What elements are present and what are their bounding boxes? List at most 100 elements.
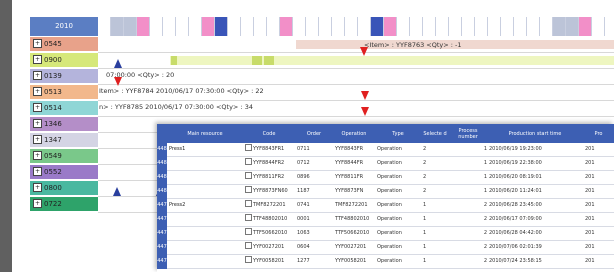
resource-code: 1346	[44, 120, 62, 128]
expand-icon[interactable]: +	[33, 150, 42, 160]
table-row[interactable]: 447 YYF0027201 0604 YYF0027201 Operation 1 2 20…	[157, 241, 614, 255]
column-header[interactable]: Code	[243, 124, 295, 143]
expand-icon[interactable]: +	[33, 198, 42, 208]
table-row[interactable]: 447 Press2 TMF8272201 0741 TMF8272201 Operati…	[157, 199, 614, 213]
date-cell[interactable]	[254, 17, 267, 36]
column-header[interactable]: Main resource	[167, 124, 243, 143]
row-divider	[98, 84, 614, 85]
table-row[interactable]: 448 YYF8844FR2 0712 YYF8844FR Operation 2 1 201…	[157, 157, 614, 171]
date-cell[interactable]	[579, 17, 592, 36]
column-header[interactable]: Operation	[333, 124, 375, 143]
date-cell[interactable]	[332, 17, 345, 36]
date-cell[interactable]	[410, 17, 423, 36]
expand-icon[interactable]: +	[33, 118, 42, 128]
date-cell[interactable]	[228, 17, 241, 36]
date-cell[interactable]	[449, 17, 462, 36]
date-cell[interactable]	[514, 17, 527, 36]
date-cell[interactable]	[280, 17, 293, 36]
resource-row-label[interactable]: +0800	[30, 181, 98, 196]
table-row[interactable]: 448 YYF8811FR2 0896 YYF8811FR Operation 2 1 201…	[157, 171, 614, 185]
cell-operation: YYF0027201	[335, 244, 367, 250]
date-cell[interactable]	[189, 17, 202, 36]
resource-row-label[interactable]: +0549	[30, 149, 98, 164]
date-cell[interactable]	[397, 17, 410, 36]
expand-icon[interactable]: +	[33, 182, 42, 192]
column-header[interactable]: Production start time	[487, 124, 583, 143]
date-cell[interactable]	[111, 17, 124, 36]
schedule-bar[interactable]	[264, 56, 274, 65]
date-cell[interactable]	[345, 17, 358, 36]
resource-row-label[interactable]: +0514	[30, 101, 98, 116]
column-header[interactable]: Process number	[449, 124, 487, 143]
date-cell[interactable]	[475, 17, 488, 36]
date-cell[interactable]	[241, 17, 254, 36]
resource-row-label[interactable]: +0139	[30, 69, 98, 84]
cell-code-wrap: TTF48802010	[245, 213, 295, 226]
date-cell[interactable]	[176, 17, 189, 36]
date-cell[interactable]	[306, 17, 319, 36]
expand-icon[interactable]: +	[33, 86, 42, 96]
table-row[interactable]: 448 Press1 YYF8843FR1 0711 YYF8843FR Operatio…	[157, 143, 614, 157]
date-cell[interactable]	[150, 17, 163, 36]
start-marker-icon[interactable]	[113, 187, 121, 196]
date-cell[interactable]	[462, 17, 475, 36]
cell-process: 2	[483, 202, 487, 208]
column-header[interactable]: Order	[295, 124, 333, 143]
date-cell[interactable]	[540, 17, 553, 36]
date-cell[interactable]	[566, 17, 579, 36]
date-cell[interactable]	[501, 17, 514, 36]
resource-row-label[interactable]: +1346	[30, 117, 98, 132]
date-cell[interactable]	[124, 17, 137, 36]
due-marker-icon[interactable]	[361, 107, 369, 116]
resource-row-label[interactable]: +0513	[30, 85, 98, 100]
cell-process: 1	[483, 160, 487, 166]
resource-row-label[interactable]: +0545	[30, 37, 98, 52]
table-row[interactable]: 448 YYF8873FN60 1187 YYF8873FN Operation 2 1 20…	[157, 185, 614, 199]
date-cell[interactable]	[488, 17, 501, 36]
due-marker-icon[interactable]	[360, 47, 368, 56]
resource-row-label[interactable]: +0552	[30, 165, 98, 180]
resource-code: 0514	[44, 104, 62, 112]
resource-row-label[interactable]: +1347	[30, 133, 98, 148]
date-cell[interactable]	[423, 17, 436, 36]
schedule-bar[interactable]	[252, 56, 262, 65]
date-cell[interactable]	[553, 17, 566, 36]
date-cell[interactable]	[163, 17, 176, 36]
expand-icon[interactable]: +	[33, 102, 42, 112]
expand-icon[interactable]: +	[33, 38, 42, 48]
date-cell[interactable]	[293, 17, 306, 36]
due-marker-icon[interactable]	[361, 91, 369, 100]
expand-icon[interactable]: +	[33, 54, 42, 64]
date-cell[interactable]	[436, 17, 449, 36]
date-cell[interactable]	[267, 17, 280, 36]
table-row[interactable]: 447 TTF48802010 0001 TTF48802010 Operation 1 2…	[157, 213, 614, 227]
column-header[interactable]: Pro	[583, 124, 614, 143]
date-cell[interactable]	[358, 17, 371, 36]
cell-start: 2010/06/19 19:23:00	[489, 146, 542, 152]
date-cell[interactable]	[384, 17, 397, 36]
expand-icon[interactable]: +	[33, 134, 42, 144]
date-cell[interactable]	[202, 17, 215, 36]
date-cell[interactable]	[98, 17, 111, 36]
due-marker-icon[interactable]	[114, 77, 122, 86]
table-row[interactable]: 447 YYF0058201 1277 YYF0058201 Operation 1 2 20…	[157, 255, 614, 269]
operation-table[interactable]: Main resource Code Order Operation Type Selec…	[157, 124, 614, 272]
cell-resource	[169, 157, 243, 170]
table-row[interactable]: 447 TTF50662010 1063 TTF50662010 Operation 1 2…	[157, 227, 614, 241]
resource-row-label[interactable]: +0900	[30, 53, 98, 68]
date-cell[interactable]	[137, 17, 150, 36]
resource-row-label[interactable]: +0722	[30, 197, 98, 212]
date-cell[interactable]	[215, 17, 228, 36]
column-header[interactable]: Selecte d	[421, 124, 449, 143]
schedule-bar[interactable]	[171, 56, 177, 65]
column-header[interactable]: Type	[375, 124, 421, 143]
expand-icon[interactable]: +	[33, 166, 42, 176]
date-cell[interactable]	[371, 17, 384, 36]
date-cell[interactable]	[592, 17, 605, 36]
schedule-bar[interactable]	[170, 56, 614, 65]
start-marker-icon[interactable]	[114, 59, 122, 68]
expand-icon[interactable]: +	[33, 70, 42, 80]
row-divider	[98, 100, 614, 101]
date-cell[interactable]	[527, 17, 540, 36]
date-cell[interactable]	[319, 17, 332, 36]
